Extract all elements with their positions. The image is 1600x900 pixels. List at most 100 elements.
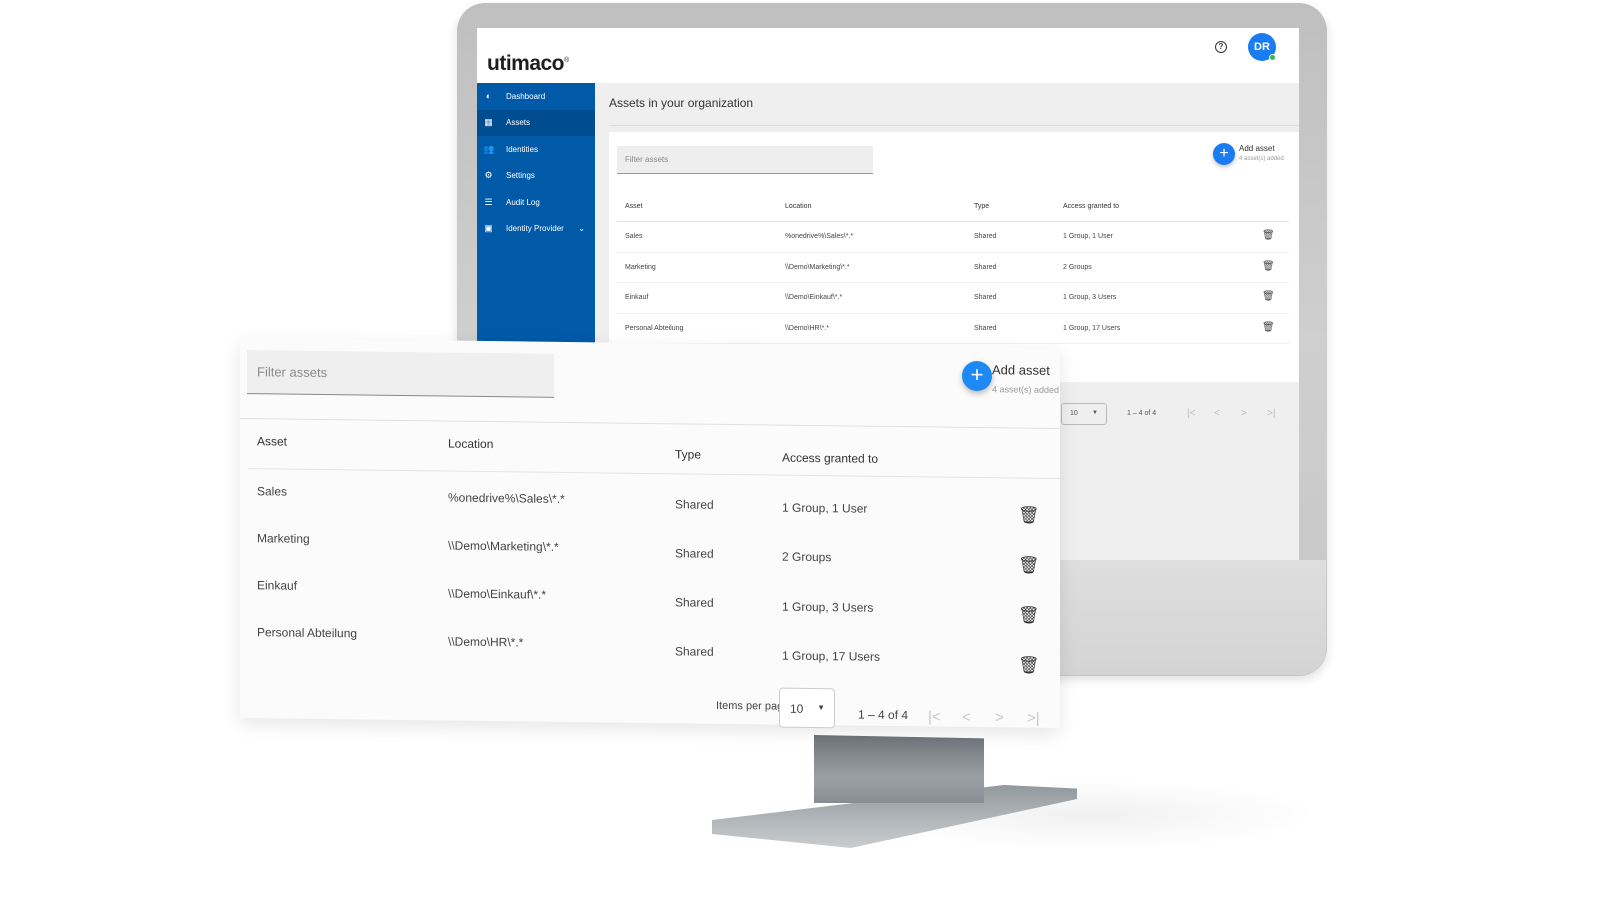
page-range: 1 – 4 of 4 xyxy=(1127,410,1157,417)
asset-access: 1 Group, 1 User xyxy=(782,500,868,516)
sidebar-item-label: Audit Log xyxy=(506,197,540,207)
table-row[interactable]: Einkauf \\Demo\Einkauf\*.* Shared 1 Grou… xyxy=(617,283,1289,314)
top-bar: utimaco® ? DR xyxy=(477,28,1299,83)
column-header-type[interactable]: Type xyxy=(675,447,701,461)
asset-location: \\Demo\HR\*.* xyxy=(785,324,829,332)
dropdown-arrow-icon: ▼ xyxy=(1092,410,1098,416)
sidebar-item-settings[interactable]: ⚙ Settings xyxy=(477,163,595,190)
asset-type: Shared xyxy=(675,546,714,561)
sidebar-item-label: Identity Provider xyxy=(506,224,564,234)
column-header-access[interactable]: Access granted to xyxy=(782,451,878,466)
prev-page-icon[interactable]: < xyxy=(962,709,971,726)
table-row[interactable]: Marketing \\Demo\Marketing\*.* Shared 2 … xyxy=(617,253,1289,283)
sidebar-item-label: Settings xyxy=(506,171,535,181)
badge-icon: ▣ xyxy=(484,223,493,234)
filter-assets-input[interactable]: Filter assets xyxy=(617,146,873,174)
column-header-location[interactable]: Location xyxy=(448,437,493,452)
asset-access: 1 Group, 17 Users xyxy=(782,648,881,664)
column-header-access[interactable]: Access granted to xyxy=(1063,203,1119,210)
chevron-down-icon[interactable]: ⌄ xyxy=(578,224,585,233)
filter-assets-input[interactable]: Filter assets xyxy=(247,350,554,398)
trash-icon[interactable]: 🗑 xyxy=(1018,656,1040,676)
prev-page-icon[interactable]: < xyxy=(1214,408,1220,419)
last-page-icon[interactable]: >| xyxy=(1027,710,1040,727)
asset-type: Shared xyxy=(974,233,997,240)
asset-name: Einkauf xyxy=(625,294,649,301)
sidebar-item-identities[interactable]: 👥 Identities xyxy=(477,136,595,163)
items-per-page-select[interactable]: 10 ▼ xyxy=(1061,403,1107,425)
asset-access: 1 Group, 3 Users xyxy=(782,599,874,615)
sidebar-item-identity-provider[interactable]: ▣ Identity Provider ⌄ xyxy=(477,216,595,243)
assets-added-count: 4 asset(s) added xyxy=(1239,156,1284,162)
asset-location: \\Demo\Marketing\*.* xyxy=(785,263,850,271)
header-divider xyxy=(248,468,1060,480)
items-per-page-select[interactable]: 10 ▼ xyxy=(779,687,835,729)
column-header-type[interactable]: Type xyxy=(974,203,989,210)
asset-access: 1 Group, 1 User xyxy=(1063,233,1113,240)
last-page-icon[interactable]: >| xyxy=(1267,408,1275,419)
sidebar-item-label: Identities xyxy=(506,144,539,154)
asset-type: Shared xyxy=(675,595,714,610)
sidebar-item-audit-log[interactable]: ☰ Audit Log xyxy=(477,189,595,216)
asset-name: Einkauf xyxy=(257,578,298,593)
table-header-row: Asset Location Type Access granted to xyxy=(617,192,1289,222)
page-range: 1 – 4 of 4 xyxy=(858,707,909,723)
add-asset-button[interactable]: + xyxy=(962,360,992,392)
dropdown-arrow-icon: ▼ xyxy=(817,703,825,713)
asset-location: \\Demo\HR\*.* xyxy=(448,634,524,650)
add-asset-button[interactable]: + xyxy=(1213,143,1235,165)
asset-type: Shared xyxy=(974,263,997,271)
next-page-icon[interactable]: > xyxy=(995,709,1004,726)
help-icon[interactable]: ? xyxy=(1215,41,1227,53)
items-per-page-value: 10 xyxy=(790,701,804,716)
asset-access: 2 Groups xyxy=(782,549,832,565)
column-header-location[interactable]: Location xyxy=(785,203,811,210)
first-page-icon[interactable]: |< xyxy=(1187,408,1195,419)
logo-text: utimaco xyxy=(487,52,565,75)
assets-added-count: 4 asset(s) added xyxy=(992,384,1060,396)
gear-icon: ⚙ xyxy=(484,170,493,181)
asset-access: 2 Groups xyxy=(1063,263,1092,271)
items-per-page-value: 10 xyxy=(1070,410,1078,417)
asset-type: Shared xyxy=(675,497,714,512)
asset-type: Shared xyxy=(974,324,997,332)
asset-access: 1 Group, 17 Users xyxy=(1063,324,1121,332)
sidebar-item-dashboard[interactable]: ◐ Dashboard xyxy=(477,83,595,110)
assets-icon: ▦ xyxy=(484,117,493,128)
users-icon: 👥 xyxy=(483,143,495,154)
column-header-asset[interactable]: Asset xyxy=(257,434,287,448)
add-asset-label[interactable]: Add asset xyxy=(1239,144,1275,153)
divider xyxy=(240,418,1060,430)
asset-location: \\Demo\Einkauf\*.* xyxy=(448,586,547,602)
first-page-icon[interactable]: |< xyxy=(928,708,941,725)
asset-location: %onedrive%\Sales\*.* xyxy=(785,233,854,240)
asset-name: Personal Abteilung xyxy=(625,324,684,332)
column-header-asset[interactable]: Asset xyxy=(625,203,643,210)
monitor-chin xyxy=(1060,560,1326,675)
asset-location: \\Demo\Einkauf\*.* xyxy=(785,294,843,301)
pie-chart-icon: ◐ xyxy=(485,90,492,101)
trash-icon[interactable]: 🗑 xyxy=(1018,556,1040,576)
table-row[interactable]: Personal Abteilung \\Demo\HR\*.* Shared … xyxy=(617,314,1289,344)
add-asset-label[interactable]: Add asset xyxy=(992,362,1050,378)
next-page-icon[interactable]: > xyxy=(1241,408,1247,419)
utimaco-logo[interactable]: utimaco® xyxy=(487,52,569,76)
asset-name: Personal Abteilung xyxy=(257,625,358,641)
asset-access: 1 Group, 3 Users xyxy=(1063,294,1117,301)
asset-name: Sales xyxy=(257,484,288,499)
asset-type: Shared xyxy=(974,294,997,301)
trash-icon[interactable]: 🗑 xyxy=(1018,506,1040,526)
trash-icon[interactable]: 🗑 xyxy=(1262,230,1275,241)
sidebar-item-assets[interactable]: ▦ Assets xyxy=(477,109,595,136)
trash-icon[interactable]: 🗑 xyxy=(1018,606,1040,626)
logo-registered-mark: ® xyxy=(564,57,569,64)
trash-icon[interactable]: 🗑 xyxy=(1262,322,1275,333)
page-title: Assets in your organization xyxy=(609,96,754,110)
asset-name: Sales xyxy=(625,233,643,240)
trash-icon[interactable]: 🗑 xyxy=(1262,261,1275,272)
asset-name: Marketing xyxy=(625,263,656,271)
table-row[interactable]: Sales %onedrive%\Sales\*.* Shared 1 Grou… xyxy=(617,222,1289,253)
divider xyxy=(609,125,1299,126)
trash-icon[interactable]: 🗑 xyxy=(1262,291,1275,302)
asset-location: %onedrive%\Sales\*.* xyxy=(448,490,565,506)
